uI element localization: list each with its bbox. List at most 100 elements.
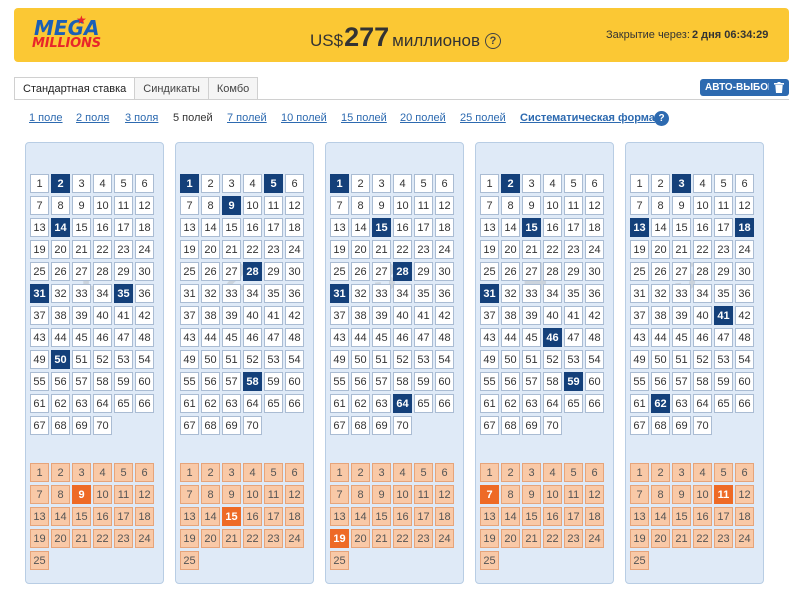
main-number-cell[interactable]: 29	[264, 262, 283, 281]
main-number-cell[interactable]: 56	[651, 372, 670, 391]
main-number-cell[interactable]: 2	[651, 174, 670, 193]
mega-ball-cell[interactable]: 19	[330, 529, 349, 548]
mega-ball-cell[interactable]: 19	[480, 529, 499, 548]
main-number-cell[interactable]: 65	[714, 394, 733, 413]
mega-ball-cell[interactable]: 9	[372, 485, 391, 504]
mega-ball-cell[interactable]: 6	[585, 463, 604, 482]
main-number-cell[interactable]: 57	[672, 372, 691, 391]
main-number-cell[interactable]: 26	[651, 262, 670, 281]
main-number-cell[interactable]: 62	[51, 394, 70, 413]
mega-ball-cell[interactable]: 25	[330, 551, 349, 570]
main-number-cell[interactable]: 40	[93, 306, 112, 325]
main-number-cell[interactable]: 43	[180, 328, 199, 347]
main-number-cell[interactable]: 21	[372, 240, 391, 259]
main-number-cell[interactable]: 61	[330, 394, 349, 413]
main-number-cell[interactable]: 31	[630, 284, 649, 303]
option-25-fields[interactable]: 25 полей	[460, 112, 506, 124]
mega-ball-cell[interactable]: 4	[393, 463, 412, 482]
mega-ball-cell[interactable]: 1	[30, 463, 49, 482]
main-number-cell[interactable]: 46	[393, 328, 412, 347]
mega-ball-cell[interactable]: 14	[651, 507, 670, 526]
main-number-cell[interactable]: 16	[393, 218, 412, 237]
main-number-cell[interactable]: 5	[564, 174, 583, 193]
mega-ball-cell[interactable]: 14	[51, 507, 70, 526]
mega-ball-cell[interactable]: 2	[51, 463, 70, 482]
main-number-cell[interactable]: 49	[330, 350, 349, 369]
main-number-cell[interactable]: 63	[72, 394, 91, 413]
main-number-cell[interactable]: 42	[585, 306, 604, 325]
main-number-cell[interactable]: 24	[435, 240, 454, 259]
main-number-cell[interactable]: 18	[735, 218, 754, 237]
main-number-cell[interactable]: 58	[243, 372, 262, 391]
mega-ball-cell[interactable]: 5	[414, 463, 433, 482]
main-number-cell[interactable]: 16	[243, 218, 262, 237]
main-number-cell[interactable]: 30	[285, 262, 304, 281]
mega-ball-cell[interactable]: 7	[480, 485, 499, 504]
main-number-cell[interactable]: 51	[672, 350, 691, 369]
mega-ball-cell[interactable]: 12	[285, 485, 304, 504]
main-number-cell[interactable]: 31	[330, 284, 349, 303]
main-number-cell[interactable]: 65	[264, 394, 283, 413]
main-number-cell[interactable]: 45	[222, 328, 241, 347]
main-number-cell[interactable]: 42	[735, 306, 754, 325]
main-number-cell[interactable]: 57	[522, 372, 541, 391]
main-number-cell[interactable]: 20	[51, 240, 70, 259]
main-number-cell[interactable]: 19	[480, 240, 499, 259]
mega-ball-cell[interactable]: 13	[330, 507, 349, 526]
main-number-cell[interactable]: 19	[180, 240, 199, 259]
main-number-cell[interactable]: 31	[180, 284, 199, 303]
main-number-cell[interactable]: 12	[285, 196, 304, 215]
mega-ball-cell[interactable]: 22	[693, 529, 712, 548]
main-number-cell[interactable]: 54	[735, 350, 754, 369]
mega-ball-cell[interactable]: 24	[735, 529, 754, 548]
main-number-cell[interactable]: 11	[414, 196, 433, 215]
main-number-cell[interactable]: 25	[330, 262, 349, 281]
main-number-cell[interactable]: 15	[222, 218, 241, 237]
main-number-cell[interactable]: 30	[735, 262, 754, 281]
main-number-cell[interactable]: 35	[414, 284, 433, 303]
main-number-cell[interactable]: 23	[714, 240, 733, 259]
main-number-cell[interactable]: 47	[714, 328, 733, 347]
main-number-cell[interactable]: 67	[330, 416, 349, 435]
main-number-cell[interactable]: 42	[285, 306, 304, 325]
mega-ball-cell[interactable]: 10	[93, 485, 112, 504]
main-number-cell[interactable]: 29	[114, 262, 133, 281]
main-number-cell[interactable]: 43	[30, 328, 49, 347]
main-number-cell[interactable]: 5	[714, 174, 733, 193]
mega-ball-cell[interactable]: 21	[222, 529, 241, 548]
main-number-cell[interactable]: 38	[351, 306, 370, 325]
main-number-cell[interactable]: 11	[714, 196, 733, 215]
main-number-cell[interactable]: 38	[651, 306, 670, 325]
main-number-cell[interactable]: 46	[243, 328, 262, 347]
main-number-cell[interactable]: 11	[564, 196, 583, 215]
mega-ball-cell[interactable]: 8	[51, 485, 70, 504]
main-number-cell[interactable]: 59	[414, 372, 433, 391]
main-number-cell[interactable]: 15	[72, 218, 91, 237]
main-number-cell[interactable]: 22	[693, 240, 712, 259]
main-number-cell[interactable]: 31	[480, 284, 499, 303]
main-number-cell[interactable]: 44	[51, 328, 70, 347]
main-number-cell[interactable]: 2	[351, 174, 370, 193]
main-number-cell[interactable]: 37	[180, 306, 199, 325]
mega-ball-cell[interactable]: 12	[735, 485, 754, 504]
main-number-cell[interactable]: 70	[693, 416, 712, 435]
main-number-cell[interactable]: 6	[435, 174, 454, 193]
main-number-cell[interactable]: 37	[630, 306, 649, 325]
main-number-cell[interactable]: 26	[51, 262, 70, 281]
main-number-cell[interactable]: 34	[243, 284, 262, 303]
mega-ball-cell[interactable]: 17	[414, 507, 433, 526]
main-number-cell[interactable]: 4	[543, 174, 562, 193]
main-number-cell[interactable]: 60	[435, 372, 454, 391]
mega-ball-cell[interactable]: 20	[201, 529, 220, 548]
main-number-cell[interactable]: 41	[414, 306, 433, 325]
tab-combo[interactable]: Комбо	[207, 77, 259, 100]
mega-ball-cell[interactable]: 9	[672, 485, 691, 504]
mega-ball-cell[interactable]: 11	[414, 485, 433, 504]
mega-ball-cell[interactable]: 12	[435, 485, 454, 504]
mega-ball-cell[interactable]: 25	[30, 551, 49, 570]
main-number-cell[interactable]: 27	[222, 262, 241, 281]
main-number-cell[interactable]: 67	[30, 416, 49, 435]
main-number-cell[interactable]: 27	[522, 262, 541, 281]
mega-ball-cell[interactable]: 20	[51, 529, 70, 548]
option-2-fields[interactable]: 2 поля	[76, 112, 109, 124]
